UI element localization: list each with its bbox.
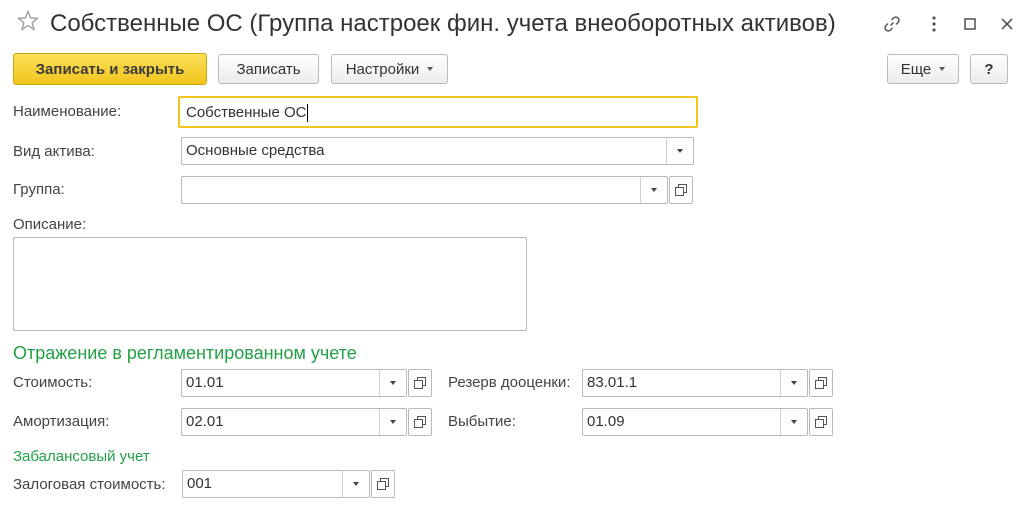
dropdown-arrow-icon[interactable] xyxy=(780,370,807,396)
group-open-button[interactable] xyxy=(669,176,693,204)
open-form-icon xyxy=(815,416,827,428)
open-form-icon xyxy=(414,377,426,389)
description-label: Описание: xyxy=(13,216,87,233)
regulated-section-title: Отражение в регламентированном учете xyxy=(13,343,357,363)
text-cursor xyxy=(307,104,309,122)
dropdown-arrow-icon[interactable] xyxy=(640,177,667,203)
group-input[interactable] xyxy=(181,176,668,204)
depreciation-value: 02.01 xyxy=(186,413,224,430)
description-textarea[interactable] xyxy=(13,237,527,331)
close-icon[interactable] xyxy=(997,14,1017,34)
disposal-account-input[interactable]: 01.09 xyxy=(582,408,808,436)
dropdown-arrow-icon[interactable] xyxy=(379,409,406,435)
settings-label: Настройки xyxy=(345,60,420,78)
cost-label: Стоимость: xyxy=(13,374,93,391)
chevron-down-icon xyxy=(939,67,946,71)
name-value: Собственные ОС xyxy=(186,104,307,121)
name-label: Наименование: xyxy=(13,103,122,120)
revaluation-label: Резерв дооценки: xyxy=(448,374,571,391)
dropdown-arrow-icon[interactable] xyxy=(666,138,693,164)
revaluation-value: 83.01.1 xyxy=(587,374,638,391)
more-vertical-icon[interactable] xyxy=(924,14,944,34)
save-button[interactable]: Записать xyxy=(218,54,319,84)
dropdown-arrow-icon[interactable] xyxy=(780,409,807,435)
group-label: Группа: xyxy=(13,181,65,198)
disposal-open-button[interactable] xyxy=(809,408,833,436)
dropdown-arrow-icon[interactable] xyxy=(342,471,369,497)
cost-open-button[interactable] xyxy=(408,369,432,397)
asset-type-select[interactable]: Основные средства xyxy=(181,137,694,165)
offbalance-section-title: Забалансовый учет xyxy=(13,448,150,465)
asset-type-value: Основные средства xyxy=(186,142,325,159)
pledge-open-button[interactable] xyxy=(371,470,395,498)
save-and-close-label: Записать и закрыть xyxy=(35,60,185,78)
cost-value: 01.01 xyxy=(186,374,224,391)
help-label: ? xyxy=(984,60,994,78)
name-input[interactable]: Собственные ОС xyxy=(178,96,698,128)
save-and-close-button[interactable]: Записать и закрыть xyxy=(13,53,207,85)
open-form-icon xyxy=(414,416,426,428)
more-button[interactable]: Еще xyxy=(887,54,959,84)
depreciation-account-input[interactable]: 02.01 xyxy=(181,408,407,436)
save-label: Записать xyxy=(236,60,301,78)
chevron-down-icon xyxy=(427,67,434,71)
open-form-icon xyxy=(377,478,389,490)
disposal-label: Выбытие: xyxy=(448,413,516,430)
revaluation-open-button[interactable] xyxy=(809,369,833,397)
link-icon[interactable] xyxy=(882,14,902,34)
settings-button[interactable]: Настройки xyxy=(331,54,448,84)
open-form-icon xyxy=(815,377,827,389)
depreciation-open-button[interactable] xyxy=(408,408,432,436)
pledge-value: 001 xyxy=(187,475,213,492)
help-button[interactable]: ? xyxy=(970,54,1008,84)
disposal-value: 01.09 xyxy=(587,413,625,430)
dropdown-arrow-icon[interactable] xyxy=(379,370,406,396)
open-form-icon xyxy=(675,184,687,196)
favorite-star-icon[interactable] xyxy=(16,9,40,32)
cost-account-input[interactable]: 01.01 xyxy=(181,369,407,397)
maximize-icon[interactable] xyxy=(960,14,980,34)
revaluation-account-input[interactable]: 83.01.1 xyxy=(582,369,808,397)
asset-type-label: Вид актива: xyxy=(13,143,95,160)
more-label: Еще xyxy=(900,60,932,78)
depreciation-label: Амортизация: xyxy=(13,413,110,430)
pledge-account-input[interactable]: 001 xyxy=(182,470,370,498)
window-title: Собственные ОС (Группа настроек фин. уче… xyxy=(50,10,836,37)
pledge-label: Залоговая стоимость: xyxy=(13,476,166,493)
